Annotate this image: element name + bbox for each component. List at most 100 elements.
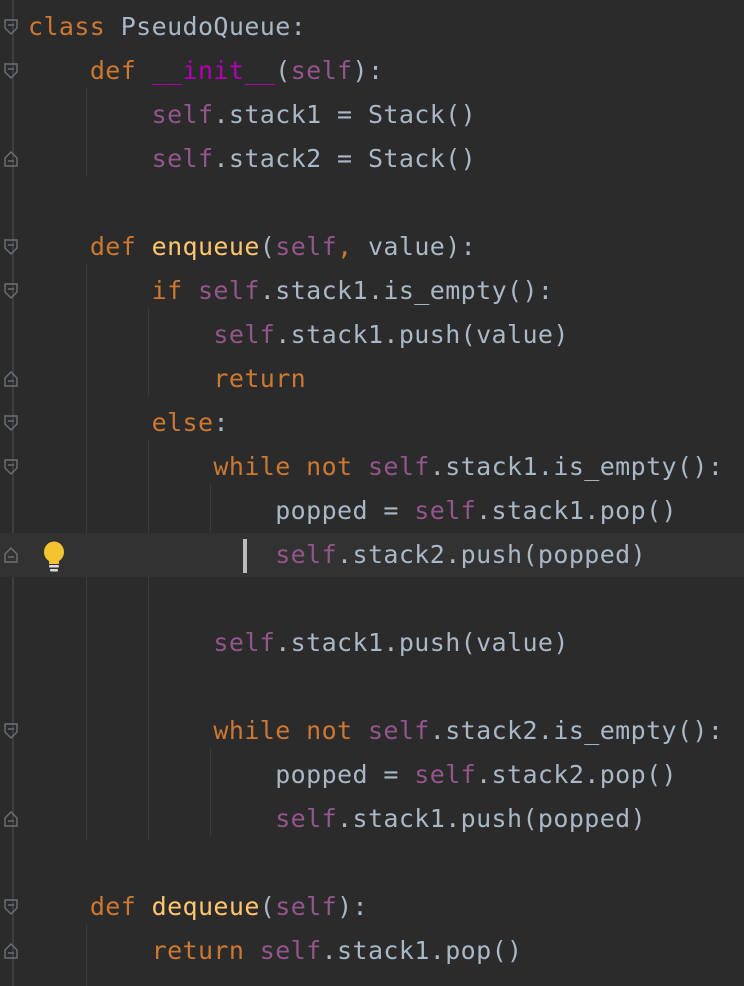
code-text: def __init__(self): (28, 55, 383, 87)
code-text: def enqueue(self, value): (28, 231, 476, 263)
code-text: return (28, 363, 306, 395)
code-text: def dequeue(self): (28, 891, 368, 923)
code-token: self (197, 276, 260, 305)
code-token: self (151, 144, 214, 173)
code-token: .stack1.push(value) (275, 320, 569, 349)
code-line[interactable] (0, 841, 744, 885)
code-token: self (275, 540, 338, 569)
code-token: enqueue (151, 232, 260, 261)
code-line[interactable]: while not self.stack1.is_empty(): (0, 445, 744, 489)
code-token: .stack1.is_empty(): (429, 452, 724, 481)
fold-toggle-icon[interactable] (4, 459, 18, 475)
code-line[interactable]: self.stack1.push(popped) (0, 797, 744, 841)
code-token: self (414, 760, 477, 789)
code-token: ( (259, 232, 276, 261)
fold-end-icon[interactable] (4, 371, 18, 387)
fold-end-icon[interactable] (4, 811, 18, 827)
code-token: def (89, 232, 137, 261)
code-line[interactable]: return self.stack1.pop() (0, 929, 744, 973)
code-token: self (290, 56, 353, 85)
code-editor[interactable]: class PseudoQueue: def __init__(self): s… (0, 0, 744, 986)
code-text: else: (28, 407, 229, 439)
code-token: .stack1.is_empty(): (259, 276, 554, 305)
code-token: : (213, 408, 229, 437)
code-text: self.stack1.push(popped) (28, 803, 646, 835)
fold-toggle-icon[interactable] (4, 415, 18, 431)
code-line[interactable]: def __init__(self): (0, 49, 744, 93)
code-line[interactable] (0, 181, 744, 225)
code-line[interactable]: self.stack1.push(value) (0, 313, 744, 357)
code-token: .stack1.pop() (476, 496, 677, 525)
code-token: ): (352, 56, 384, 85)
code-line[interactable]: popped = self.stack2.pop() (0, 753, 744, 797)
fold-toggle-icon[interactable] (4, 239, 18, 255)
code-token: return (213, 364, 307, 393)
code-token: ( (259, 892, 276, 921)
code-text: popped = self.stack2.pop() (28, 759, 677, 791)
code-line[interactable] (0, 665, 744, 709)
code-line[interactable]: self.stack1 = Stack() (0, 93, 744, 137)
code-text: self.stack2.push(popped) (28, 539, 646, 571)
code-text: if self.stack1.is_empty(): (28, 275, 553, 307)
code-line[interactable]: return (0, 357, 744, 401)
fold-toggle-icon[interactable] (4, 283, 18, 299)
code-text: while not self.stack2.is_empty(): (28, 715, 723, 747)
current-code-line[interactable]: self.stack2.push(popped) (0, 533, 744, 577)
code-token: self (213, 320, 276, 349)
code-token: __init__ (151, 56, 276, 85)
code-token: ( (275, 56, 291, 85)
code-text: popped = self.stack1.pop() (28, 495, 677, 527)
code-token: self (151, 100, 214, 129)
code-token: popped = (275, 496, 415, 525)
fold-end-icon[interactable] (4, 547, 18, 563)
code-token: not (306, 452, 353, 481)
fold-toggle-icon[interactable] (4, 19, 18, 35)
code-line[interactable]: popped = self.stack1.pop() (0, 489, 744, 533)
code-token: self (275, 232, 338, 261)
fold-end-icon[interactable] (4, 151, 18, 167)
code-line[interactable]: while not self.stack2.is_empty(): (0, 709, 744, 753)
code-token: not (306, 716, 353, 745)
code-token: ): (337, 892, 368, 921)
code-token: .stack1.push(popped) (337, 804, 647, 833)
code-token: dequeue (151, 892, 260, 921)
code-token: else (151, 408, 214, 437)
code-line[interactable]: self.stack2 = Stack() (0, 137, 744, 181)
code-line[interactable] (0, 577, 744, 621)
code-line[interactable]: def dequeue(self): (0, 885, 744, 929)
fold-toggle-icon[interactable] (4, 63, 18, 79)
code-line[interactable]: def enqueue(self, value): (0, 225, 744, 269)
code-token: self (414, 496, 477, 525)
code-line[interactable]: if self.stack1.is_empty(): (0, 269, 744, 313)
code-line[interactable]: class PseudoQueue: (0, 5, 744, 49)
code-token: self (367, 452, 430, 481)
code-token: , (337, 232, 353, 261)
fold-toggle-icon[interactable] (4, 723, 18, 739)
code-line[interactable]: self.stack1.push(value) (0, 621, 744, 665)
code-token: def (89, 892, 137, 921)
code-token: self (275, 804, 338, 833)
code-token: PseudoQueue: (105, 12, 307, 41)
code-text: while not self.stack1.is_empty(): (28, 451, 723, 483)
code-token: .stack2 = Stack() (213, 144, 477, 173)
code-line[interactable]: else: (0, 401, 744, 445)
code-token: return (151, 936, 245, 965)
fold-toggle-icon[interactable] (4, 899, 18, 915)
code-token: def (89, 56, 137, 85)
fold-end-icon[interactable] (4, 943, 18, 959)
code-token: self (367, 716, 430, 745)
